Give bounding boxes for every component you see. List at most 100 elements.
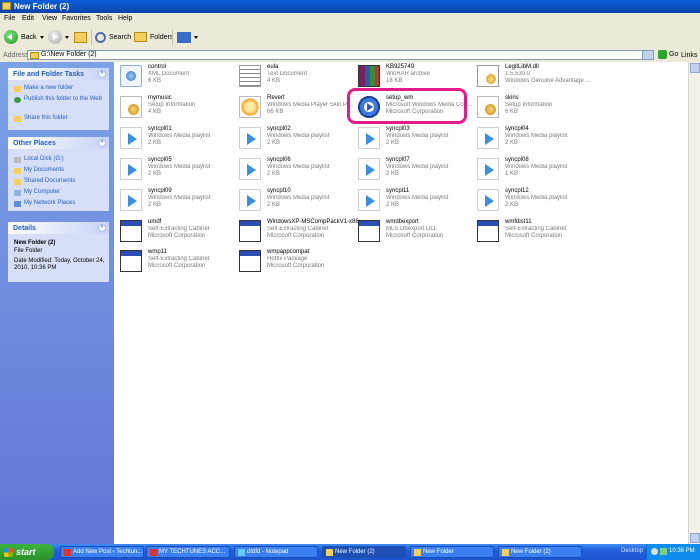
file-item[interactable]: syncpl12 Windows Media playlist 2 KB	[474, 187, 592, 217]
views-button[interactable]	[177, 29, 198, 45]
other-places-header[interactable]: Other Places ^	[8, 137, 109, 149]
taskbar-item[interactable]: dfdfd - Notepad	[234, 546, 318, 558]
file-type: WinRAR archive	[386, 71, 431, 77]
file-item[interactable]: syncpl11 Windows Media playlist 2 KB	[355, 187, 473, 217]
file-item[interactable]: syncpl07 Windows Media playlist 2 KB	[355, 156, 473, 186]
file-size: 2 KB	[386, 202, 400, 208]
file-item[interactable]: skins Setup Information 6 KB	[474, 94, 592, 124]
menu-favorites[interactable]: Favorites	[62, 15, 91, 22]
file-item[interactable]: syncpl01 Windows Media playlist 2 KB	[117, 125, 235, 155]
file-type: Windows Media playlist	[386, 195, 449, 201]
collapse-chevron-icon[interactable]: ^	[98, 70, 106, 78]
file-type: Windows Media playlist	[386, 133, 449, 139]
file-item[interactable]: Revert Windows Media Player Skin Pa... 66 …	[236, 94, 354, 124]
menu-view[interactable]: View	[42, 15, 57, 22]
file-type: Windows Media playlist	[148, 195, 211, 201]
file-size: 2 KB	[267, 202, 281, 208]
details-header[interactable]: Details ^	[8, 222, 109, 234]
system-tray: 10:36 PM	[646, 544, 700, 560]
forward-button[interactable]	[48, 29, 69, 45]
search-button[interactable]: Search	[95, 29, 131, 45]
address-bar: Address G:\New Folder (2) Go Links	[0, 49, 700, 63]
search-label: Search	[109, 33, 132, 41]
file-name: syncpl03	[386, 126, 410, 132]
vertical-scrollbar[interactable]	[688, 62, 700, 544]
file-type: Windows Media playlist	[267, 195, 330, 201]
file-item[interactable]: syncpl05 Windows Media playlist 2 KB	[117, 156, 235, 186]
drive-icon	[14, 157, 21, 163]
folders-label: Folders	[150, 33, 174, 41]
desktop-toolbar-label[interactable]: Desktop	[621, 548, 643, 554]
file-item[interactable]: syncpl03 Windows Media playlist 2 KB	[355, 125, 473, 155]
place-local-disk[interactable]: Local Disk (G:)	[14, 156, 64, 163]
file-name: wmfdist11	[505, 219, 532, 225]
file-name: KB925749	[386, 64, 415, 70]
collapse-chevron-icon[interactable]: ^	[98, 139, 106, 147]
place-label: Shared Documents	[24, 178, 76, 184]
file-item[interactable]: syncpl09 Windows Media playlist 2 KB	[117, 187, 235, 217]
address-input[interactable]: G:\New Folder (2)	[27, 50, 654, 60]
file-type: Windows Media playlist	[505, 195, 568, 201]
toolbar-divider	[91, 29, 92, 45]
taskbar-item[interactable]: New Folder (2)	[498, 546, 582, 558]
file-size: 2 KB	[386, 140, 400, 146]
file-item[interactable]: syncpl04 Windows Media playlist 2 KB	[474, 125, 592, 155]
file-item[interactable]: wmdbexport MLS Dbexport DLL Microsoft Corp…	[355, 218, 473, 248]
folders-button[interactable]: Folders	[134, 29, 173, 45]
menu-file[interactable]: File	[4, 15, 15, 22]
file-type: Text Document	[267, 71, 308, 77]
details-name: New Folder (2)	[14, 240, 56, 246]
back-button[interactable]: Back	[4, 29, 44, 45]
tray-icon[interactable]	[651, 548, 658, 555]
scroll-down-button[interactable]	[690, 533, 700, 543]
taskbar-item[interactable]: Add New Post ‹ Techtun...	[60, 546, 144, 558]
wmp-skin-icon	[239, 96, 261, 118]
shared-folder-icon	[14, 179, 21, 185]
file-item[interactable]: WindowsXP-MSCompPackV1-x86 Self-Extractin…	[236, 218, 359, 248]
file-item[interactable]: control XML Document 6 KB	[117, 63, 235, 93]
file-item[interactable]: syncpl02 Windows Media playlist 2 KB	[236, 125, 354, 155]
taskbar-item[interactable]: New Folder	[410, 546, 494, 558]
up-button[interactable]	[74, 29, 87, 45]
make-new-folder-link[interactable]: Make a new folder	[14, 85, 73, 92]
file-item[interactable]: syncpl10 Windows Media playlist 2 KB	[236, 187, 354, 217]
file-item[interactable]: mymusic Setup Information 4 KB	[117, 94, 235, 124]
share-folder-icon	[14, 116, 21, 122]
file-folder-tasks-panel: File and Folder Tasks ^ Make a new folde…	[8, 68, 109, 130]
taskbar-item[interactable]: New Folder (2)	[322, 546, 406, 558]
place-my-documents[interactable]: My Documents	[14, 167, 64, 174]
file-item[interactable]: syncpl06 Windows Media playlist 2 KB	[236, 156, 354, 186]
go-button[interactable]: Go	[658, 50, 678, 59]
go-arrow-icon	[658, 50, 667, 59]
file-folder-tasks-header[interactable]: File and Folder Tasks ^	[8, 68, 109, 80]
place-my-computer[interactable]: My Computer	[14, 189, 60, 196]
file-item[interactable]: wmfdist11 Self-Extracting Cabinet Microsof…	[474, 218, 592, 248]
playlist-icon	[358, 127, 380, 149]
file-item[interactable]: LegitLibM.dll 1.5.530.0 Windows Genuine Ad…	[474, 63, 592, 93]
links-label[interactable]: Links	[681, 52, 697, 59]
menu-help[interactable]: Help	[118, 15, 132, 22]
place-shared-documents[interactable]: Shared Documents	[14, 178, 75, 185]
menu-edit[interactable]: Edit	[22, 15, 34, 22]
file-item[interactable]: wmp11 Self-Extracting Cabinet Microsoft Co…	[117, 248, 235, 278]
start-button[interactable]: start	[0, 544, 54, 560]
clock[interactable]: 10:36 PM	[669, 548, 695, 554]
task-pane: File and Folder Tasks ^ Make a new folde…	[0, 62, 114, 544]
taskbar-item-label: New Folder (2)	[335, 549, 375, 555]
share-folder-link[interactable]: Share this folder	[14, 115, 68, 122]
file-item[interactable]: syncpl08 Windows Media playlist 1 KB	[474, 156, 592, 186]
place-my-network-places[interactable]: My Network Places	[14, 200, 75, 207]
search-icon	[95, 31, 106, 43]
file-item[interactable]: wmpappcompat Hotfix Package Microsoft Corp…	[236, 248, 354, 278]
tray-icon[interactable]	[660, 548, 667, 555]
file-item[interactable]: eula Text Document 4 KB	[236, 63, 354, 93]
scroll-up-button[interactable]	[690, 63, 700, 73]
cabinet-icon	[358, 220, 380, 242]
panel-title: Other Places	[13, 140, 56, 147]
address-dropdown-button[interactable]	[642, 51, 653, 59]
collapse-chevron-icon[interactable]: ^	[98, 224, 106, 232]
taskbar-item[interactable]: MY TECHTUNES ACC...	[146, 546, 230, 558]
publish-folder-link[interactable]: Publish this folder to the Web	[14, 96, 104, 103]
file-item[interactable]: umdf Self-Extracting Cabinet Microsoft Cor…	[117, 218, 235, 248]
menu-tools[interactable]: Tools	[96, 15, 112, 22]
